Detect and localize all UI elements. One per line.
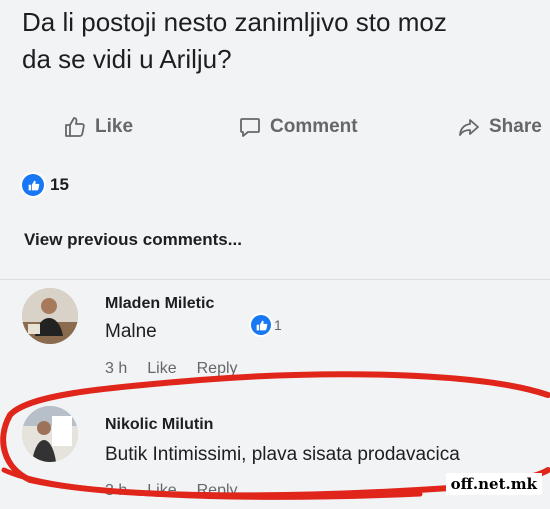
- like-reaction-icon: [22, 174, 44, 196]
- watermark: off.net.mk: [445, 473, 542, 495]
- comment-like-link[interactable]: Like: [147, 482, 176, 500]
- view-previous-comments-link[interactable]: View previous comments...: [24, 230, 242, 250]
- comment-author[interactable]: Nikolic Milutin: [105, 416, 213, 434]
- comment-reaction-count[interactable]: 1: [251, 315, 282, 335]
- comment-timestamp: 3 h: [105, 482, 128, 499]
- comment-reply-link[interactable]: Reply: [197, 360, 238, 378]
- comment-meta: 3 h Like Reply: [105, 360, 238, 378]
- like-reaction-icon: [251, 315, 271, 335]
- post-text: Da li postoji nesto zanimljivo sto moz d…: [22, 7, 447, 74]
- comment-reply-link[interactable]: Reply: [197, 482, 238, 500]
- reaction-count: 15: [50, 175, 69, 194]
- avatar[interactable]: [22, 288, 78, 344]
- comment-like-link[interactable]: Like: [147, 360, 176, 378]
- thumbs-up-icon: [65, 117, 85, 137]
- post-actions-bar: Like Comment Share: [0, 112, 550, 142]
- comment-bubble-icon: [240, 118, 260, 137]
- share-arrow-icon: [459, 119, 479, 136]
- share-button[interactable]: Share: [457, 112, 542, 142]
- comment-button-label: Comment: [270, 116, 358, 137]
- like-button[interactable]: Like: [63, 112, 133, 142]
- comments-divider: [0, 279, 550, 280]
- comment-text: Butik Intimissimi, plava sisata prodavac…: [105, 444, 460, 465]
- like-button-label: Like: [95, 116, 134, 137]
- comment-reaction-number: 1: [274, 317, 282, 333]
- reaction-summary[interactable]: 15: [22, 174, 69, 196]
- comment-meta: 3 h Like Reply: [105, 482, 238, 500]
- avatar[interactable]: [22, 406, 78, 462]
- share-button-label: Share: [489, 116, 542, 137]
- comment-author[interactable]: Mladen Miletic: [105, 295, 214, 313]
- comment-timestamp: 3 h: [105, 360, 128, 377]
- comment-button[interactable]: Comment: [238, 112, 358, 142]
- comment-text: Malne: [105, 321, 157, 342]
